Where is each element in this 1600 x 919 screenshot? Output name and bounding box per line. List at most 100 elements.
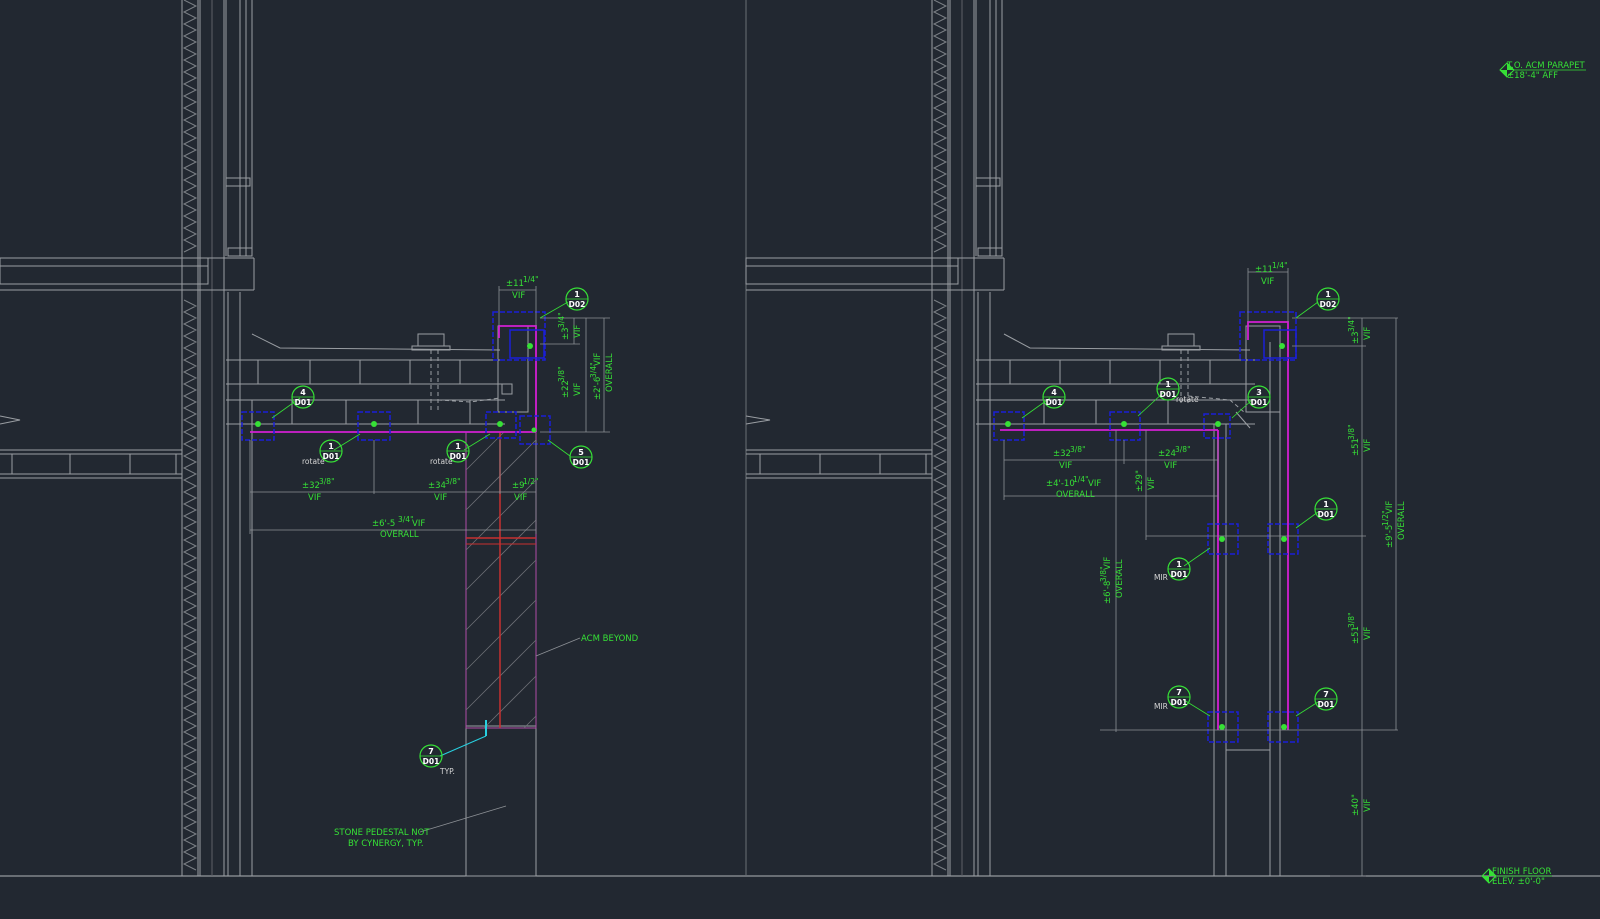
right-tag-7-d01-mir[interactable]: 7 D01 — [1167, 685, 1191, 709]
elevation-marker-parapet[interactable]: T.O. ACM PARAPET ±18'-4" AFF — [1499, 61, 1586, 81]
svg-text:1: 1 — [574, 290, 580, 299]
svg-text:±6'-8: ±6'-8 — [1103, 581, 1113, 604]
svg-text:1/2": 1/2" — [523, 477, 539, 486]
acm-beyond-note: ACM BEYOND — [581, 634, 639, 644]
right-tag-7-d01[interactable]: 7 D01 — [1314, 687, 1338, 711]
svg-text:VIF: VIF — [1261, 277, 1274, 287]
svg-text:7: 7 — [1323, 690, 1329, 699]
svg-text:3/8": 3/8" — [557, 366, 566, 382]
svg-text:±24: ±24 — [1158, 449, 1176, 459]
svg-text:D01: D01 — [323, 452, 340, 461]
svg-text:VIF: VIF — [434, 493, 447, 503]
elevation-marker-floor[interactable]: FINISH FLOOR ELEV. ±0'-0" — [1481, 867, 1552, 887]
svg-text:±11: ±11 — [1255, 265, 1273, 275]
svg-text:±3: ±3 — [1351, 331, 1361, 344]
svg-text:VIF: VIF — [1164, 461, 1177, 471]
left-tag-4-d01[interactable]: 4 D01 — [291, 385, 315, 409]
svg-text:1/4": 1/4" — [1272, 261, 1288, 270]
svg-text:±11: ±11 — [506, 279, 524, 289]
left-tag-7-d01[interactable]: 7 D01 — [419, 744, 443, 768]
mir-label-a: MIR — [1154, 573, 1168, 582]
floor-label: FINISH FLOOR — [1492, 867, 1551, 877]
mir-label-b: MIR — [1154, 702, 1168, 711]
svg-text:D01: D01 — [1046, 398, 1063, 407]
svg-text:OVERALL: OVERALL — [1397, 501, 1407, 540]
svg-text:3/8": 3/8" — [1347, 612, 1356, 628]
svg-text:±34: ±34 — [428, 481, 446, 491]
svg-text:3/8": 3/8" — [1347, 424, 1356, 440]
svg-text:VIF: VIF — [1059, 461, 1072, 471]
svg-text:±2'-6: ±2'-6 — [593, 377, 603, 400]
svg-text:VIF: VIF — [573, 325, 583, 338]
svg-text:1: 1 — [1176, 560, 1182, 569]
svg-text:OVERALL: OVERALL — [605, 353, 615, 392]
svg-text:D02: D02 — [1320, 300, 1337, 309]
right-tag-leaders — [1021, 301, 1319, 717]
svg-text:VIF: VIF — [1363, 799, 1373, 812]
left-tag-1-d02[interactable]: 1 D02 — [565, 287, 589, 311]
svg-text:±32: ±32 — [1053, 449, 1071, 459]
svg-text:VIF: VIF — [308, 493, 321, 503]
svg-text:D01: D01 — [295, 398, 312, 407]
right-tag-1-d01-mir[interactable]: 1 D01 — [1167, 557, 1191, 581]
svg-text:D02: D02 — [569, 300, 586, 309]
rotate-label-a: rotate — [302, 457, 325, 466]
right-tag-1-d01-mid[interactable]: 1 D01 — [1314, 497, 1338, 521]
svg-text:3/4": 3/4" — [557, 312, 566, 328]
svg-text:VIF: VIF — [593, 353, 603, 366]
svg-text:±29": ±29" — [1135, 470, 1145, 492]
right-section-view: 1 D02 4 D01 1 D01 3 D01 1 D01 1 D01 7 D0… — [745, 0, 1586, 887]
svg-text:1: 1 — [1165, 380, 1171, 389]
svg-text:3: 3 — [1256, 388, 1262, 397]
svg-text:D01: D01 — [1318, 700, 1335, 709]
svg-text:7: 7 — [428, 747, 434, 756]
svg-text:OVERALL: OVERALL — [1056, 490, 1095, 500]
cad-drawing-canvas[interactable]: 1 D02 4 D01 1 D01 1 D01 5 D01 7 D01 rota… — [0, 0, 1600, 914]
svg-text:±4'-10: ±4'-10 — [1046, 479, 1075, 489]
svg-text:D01: D01 — [1160, 390, 1177, 399]
right-dimension-lines — [1003, 268, 1398, 877]
svg-text:VIF: VIF — [1363, 327, 1373, 340]
svg-text:VIF: VIF — [1385, 501, 1395, 514]
parapet-elevation: ±18'-4" AFF — [1507, 71, 1558, 81]
svg-text:3/8": 3/8" — [445, 477, 461, 486]
svg-text:4: 4 — [300, 388, 306, 397]
svg-text:VIF: VIF — [1088, 479, 1101, 489]
svg-text:3/8": 3/8" — [1175, 445, 1191, 454]
svg-text:1: 1 — [1323, 500, 1329, 509]
svg-text:±40": ±40" — [1351, 794, 1361, 816]
svg-text:D01: D01 — [423, 757, 440, 766]
svg-text:5: 5 — [578, 448, 584, 457]
rotate-label-b: rotate — [430, 457, 453, 466]
right-tag-4-d01[interactable]: 4 D01 — [1042, 385, 1066, 409]
left-section-view: 1 D02 4 D01 1 D01 1 D01 5 D01 7 D01 rota… — [0, 0, 639, 877]
parapet-label: T.O. ACM PARAPET — [1506, 61, 1586, 71]
svg-text:3/8": 3/8" — [1070, 445, 1086, 454]
svg-text:±32: ±32 — [302, 481, 320, 491]
svg-text:VIF: VIF — [412, 519, 425, 529]
right-clip-profile — [1000, 321, 1289, 730]
svg-text:D01: D01 — [1171, 698, 1188, 707]
svg-text:1/4": 1/4" — [1073, 475, 1089, 484]
svg-text:±9'-5: ±9'-5 — [1385, 525, 1395, 548]
svg-text:1/4": 1/4" — [523, 275, 539, 284]
svg-text:VIF: VIF — [1363, 439, 1373, 452]
floor-elevation: ELEV. ±0'-0" — [1492, 877, 1545, 887]
svg-text:4: 4 — [1051, 388, 1057, 397]
svg-text:D01: D01 — [573, 458, 590, 467]
svg-text:1: 1 — [455, 442, 461, 451]
svg-text:D01: D01 — [1251, 398, 1268, 407]
svg-text:VIF: VIF — [1103, 557, 1113, 570]
typ-label: TYP. — [439, 767, 455, 776]
svg-text:D01: D01 — [1318, 510, 1335, 519]
svg-text:VIF: VIF — [1363, 627, 1373, 640]
svg-text:1: 1 — [328, 442, 334, 451]
svg-text:VIF: VIF — [512, 291, 525, 301]
svg-text:OVERALL: OVERALL — [1115, 559, 1125, 598]
svg-text:VIF: VIF — [514, 493, 527, 503]
right-tag-1-d02[interactable]: 1 D02 — [1316, 287, 1340, 311]
right-tag-3-d01[interactable]: 3 D01 — [1247, 385, 1271, 409]
svg-text:7: 7 — [1176, 688, 1182, 697]
left-tag-5-d01[interactable]: 5 D01 — [569, 445, 593, 469]
svg-text:D01: D01 — [1171, 570, 1188, 579]
